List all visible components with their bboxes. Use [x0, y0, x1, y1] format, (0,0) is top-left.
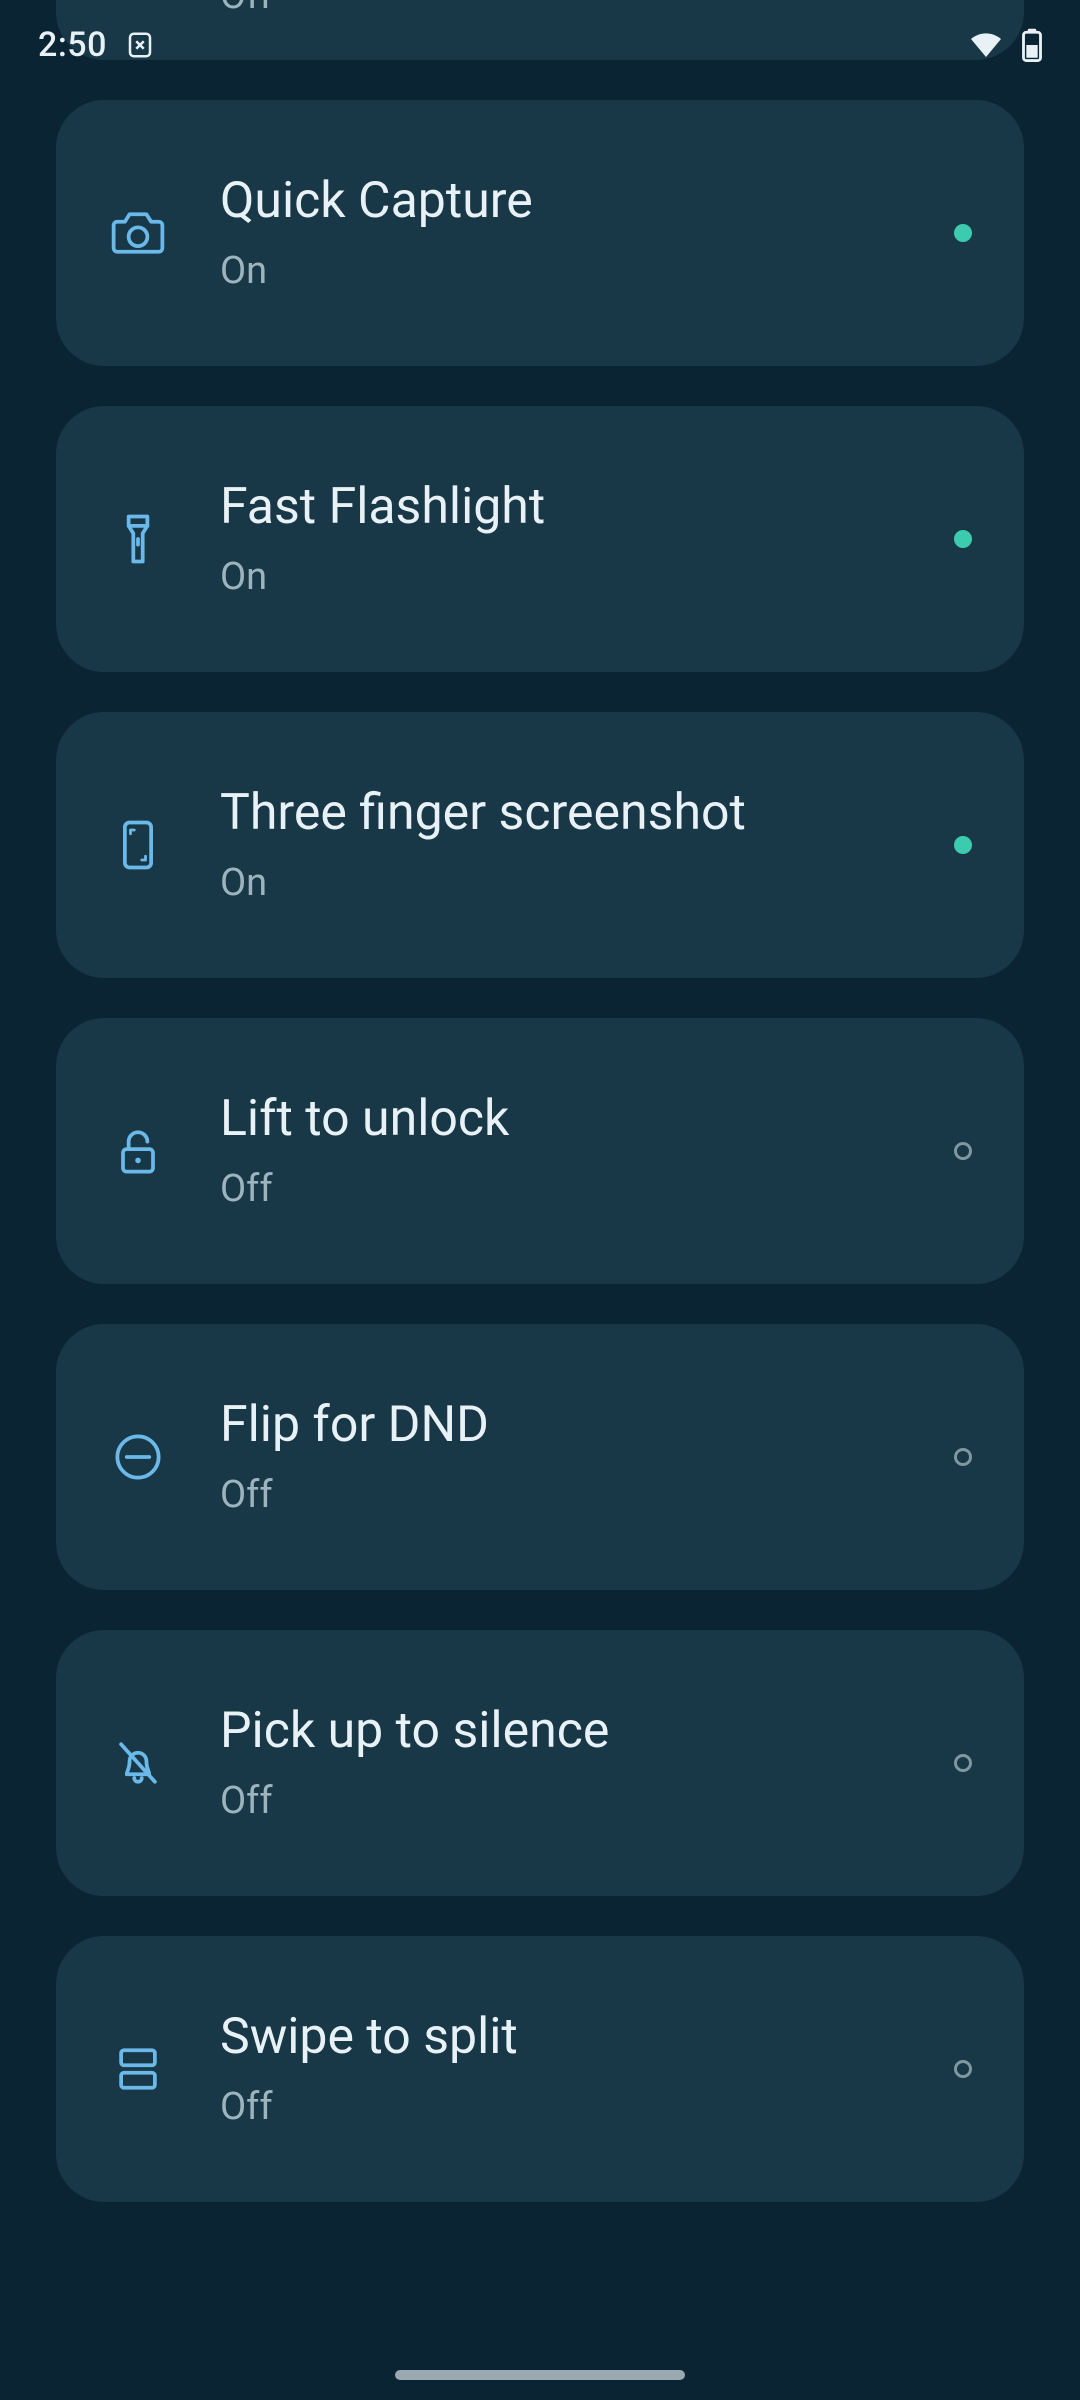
setting-row-flip-for-dnd[interactable]: Flip for DND Off: [56, 1324, 1024, 1590]
unlock-icon: [108, 1121, 220, 1181]
setting-row-swipe-to-split[interactable]: Swipe to split Off: [56, 1936, 1024, 2202]
status-indicator-off: [954, 1142, 972, 1160]
status-indicator-off: [954, 1754, 972, 1772]
status-bar-left: 2:50: [38, 25, 155, 65]
setting-text: Pick up to silence Off: [220, 1704, 954, 1823]
status-bar: 2:50: [0, 0, 1080, 90]
setting-title: Swipe to split: [220, 2010, 954, 2065]
phone-screenshot-icon: [108, 815, 220, 875]
setting-status: Off: [220, 1167, 954, 1211]
setting-text: Quick Capture On: [220, 174, 954, 293]
setting-status: On: [220, 861, 954, 905]
status-indicator-on: [954, 530, 972, 548]
setting-row-fast-flashlight[interactable]: Fast Flashlight On: [56, 406, 1024, 672]
setting-title: Lift to unlock: [220, 1092, 954, 1147]
gesture-nav-bar[interactable]: [395, 2370, 685, 2380]
setting-text: Flip for DND Off: [220, 1398, 954, 1517]
setting-text: Three finger screenshot On: [220, 786, 954, 905]
gestures-settings-list[interactable]: Off Quick Capture On Fast Flashlight O: [0, 0, 1080, 2400]
setting-title: Fast Flashlight: [220, 480, 954, 535]
status-bar-right: [968, 27, 1042, 63]
split-icon: [108, 2039, 220, 2099]
status-indicator-on: [954, 836, 972, 854]
setting-row-lift-to-unlock[interactable]: Lift to unlock Off: [56, 1018, 1024, 1284]
setting-row-three-finger-screenshot[interactable]: Three finger screenshot On: [56, 712, 1024, 978]
camera-icon: [108, 203, 220, 263]
status-bar-time: 2:50: [38, 25, 107, 65]
setting-status: Off: [220, 2085, 954, 2129]
battery-icon: [1022, 28, 1042, 62]
setting-text: Swipe to split Off: [220, 2010, 954, 2129]
setting-status: Off: [220, 1473, 954, 1517]
setting-text: Fast Flashlight On: [220, 480, 954, 599]
setting-text: Lift to unlock Off: [220, 1092, 954, 1211]
status-indicator-off: [954, 2060, 972, 2078]
saver-icon: [125, 30, 155, 60]
status-indicator-off: [954, 1448, 972, 1466]
setting-title: Flip for DND: [220, 1398, 954, 1453]
setting-row-quick-capture[interactable]: Quick Capture On: [56, 100, 1024, 366]
setting-title: Three finger screenshot: [220, 786, 954, 841]
dnd-icon: [108, 1427, 220, 1487]
bell-off-icon: [108, 1733, 220, 1793]
setting-title: Pick up to silence: [220, 1704, 954, 1759]
flashlight-icon: [108, 509, 220, 569]
setting-status: Off: [220, 1779, 954, 1823]
setting-row-pick-up-to-silence[interactable]: Pick up to silence Off: [56, 1630, 1024, 1896]
wifi-icon: [968, 27, 1004, 63]
status-indicator-on: [954, 224, 972, 242]
setting-title: Quick Capture: [220, 174, 954, 229]
setting-status: On: [220, 249, 954, 293]
setting-status: On: [220, 555, 954, 599]
